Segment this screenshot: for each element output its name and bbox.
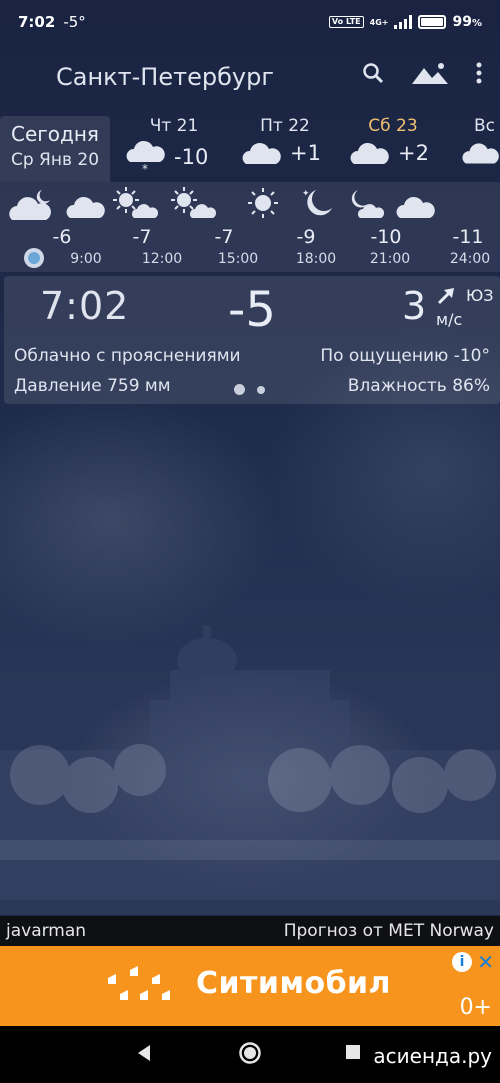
day-name: Сб 23 (368, 116, 418, 136)
status-time: 7:02 (18, 13, 56, 31)
hourly-time: 24:00 (449, 251, 491, 267)
cloud-icon (462, 143, 499, 164)
citymobil-logo (108, 966, 170, 1000)
cloud-icon (350, 142, 389, 164)
sun-icon (246, 186, 280, 224)
landscape-icon[interactable] (412, 62, 448, 84)
current-time-marker (24, 248, 44, 268)
ad-age-rating: 0+ (459, 995, 492, 1020)
current-temp: -5 (228, 282, 276, 338)
partly-cloudy-night-icon (346, 186, 386, 224)
wind-direction: ЮЗ (466, 286, 494, 305)
hourly-icons: ✦ (0, 186, 500, 222)
battery-level: 99% (452, 14, 482, 30)
hourly-temp: -9 (296, 226, 316, 248)
city-title[interactable]: Санкт-Петербург (56, 63, 274, 91)
search-icon[interactable] (362, 62, 384, 84)
watermark: асиенда.ру (373, 1044, 492, 1068)
hourly-time: 9:00 (70, 251, 102, 267)
hourly-time: 15:00 (217, 251, 259, 267)
moon-stars-icon: ✦ (298, 186, 338, 224)
day-name: Пт 22 (260, 116, 310, 136)
forecast-source[interactable]: Прогноз от MET Norway (284, 921, 494, 941)
hourly-temp: -11 (452, 226, 484, 248)
back-icon[interactable] (136, 1044, 152, 1062)
weather-description: Облачно с прояснениями (14, 346, 241, 366)
current-conditions[interactable]: 7:02 -5 3 ЮЗ м/с Облачно с прояснениями … (4, 276, 500, 404)
battery-icon (418, 15, 447, 29)
page-indicator (234, 384, 265, 395)
day-item[interactable]: Пт 22 +1 (240, 116, 330, 182)
hourly-temp: -6 (52, 226, 72, 248)
credits-bar: javarman Прогноз от MET Norway (0, 916, 500, 946)
today-label: Сегодня (11, 122, 99, 146)
system-nav-bar: асиенда.ру (0, 1026, 500, 1083)
volte-icon: Vo LTE (328, 16, 364, 28)
today-date: Ср Янв 20 (10, 150, 100, 170)
wind-arrow-icon (437, 288, 454, 305)
day-name: Чт 21 (149, 116, 199, 136)
more-vert-icon[interactable] (476, 62, 482, 84)
status-icons: Vo LTE 4G+ 99% (328, 14, 482, 30)
hourly-forecast: ✦ -6 -7 -7 -9 -10 -11 9:00 12:00 15:00 1… (0, 182, 500, 272)
cloud-icon (396, 194, 438, 224)
day-item[interactable]: Чт 21 * -10 (124, 116, 224, 182)
wind-speed: 3 (402, 284, 427, 328)
recents-icon[interactable] (346, 1045, 360, 1059)
daily-forecast: Сегодня Ср Янв 20 Чт 21 * -10 Пт 22 +1 С… (0, 116, 500, 182)
day-today[interactable]: Сегодня Ср Янв 20 (0, 116, 110, 182)
signal-icon (394, 15, 413, 29)
ad-banner[interactable]: Ситимобил i ✕ 0+ (0, 946, 500, 1026)
partly-cloudy-day-icon (112, 186, 160, 224)
snow-cloud-icon: * (126, 140, 165, 174)
status-bar: 7:02 -5° Vo LTE 4G+ 99% (0, 0, 500, 44)
hourly-time: 18:00 (295, 251, 337, 267)
ad-brand: Ситимобил (196, 966, 392, 1001)
hourly-time: 21:00 (369, 251, 411, 267)
page-dot (257, 385, 265, 394)
home-icon[interactable] (238, 1041, 262, 1065)
cloud-icon (242, 142, 281, 164)
hourly-time: 12:00 (141, 251, 183, 267)
app-bar: Санкт-Петербург (0, 44, 500, 110)
day-temp: -10 (174, 145, 209, 169)
day-item[interactable]: Вс (460, 116, 500, 182)
partly-cloudy-day-icon (170, 186, 218, 224)
feels-like: По ощущению -10° (320, 346, 490, 366)
day-temp: +1 (290, 141, 321, 165)
day-name: Вс (474, 116, 496, 136)
svg-text:*: * (142, 162, 148, 174)
humidity: Влажность 86% (347, 376, 490, 396)
network-type: 4G+ (369, 17, 389, 27)
cathedral-silhouette (0, 625, 500, 900)
day-temp: +2 (398, 141, 429, 165)
ad-info-icon[interactable]: i (452, 952, 472, 972)
ad-close-icon[interactable]: ✕ (477, 950, 494, 974)
cloud-icon (66, 194, 108, 224)
pressure: Давление 759 мм (14, 376, 171, 396)
partly-cloudy-night-icon (8, 186, 60, 226)
photo-author[interactable]: javarman (6, 921, 86, 941)
day-item[interactable]: Сб 23 +2 (348, 116, 438, 182)
hourly-temp: -10 (370, 226, 402, 248)
battery-fill (421, 18, 444, 26)
hourly-temp: -7 (214, 226, 234, 248)
svg-text:✦: ✦ (302, 189, 310, 199)
hourly-temp: -7 (132, 226, 152, 248)
current-time: 7:02 (40, 284, 130, 328)
wind-unit: м/с (436, 310, 463, 329)
page-dot-active (234, 384, 245, 395)
status-temp: -5° (63, 13, 86, 31)
